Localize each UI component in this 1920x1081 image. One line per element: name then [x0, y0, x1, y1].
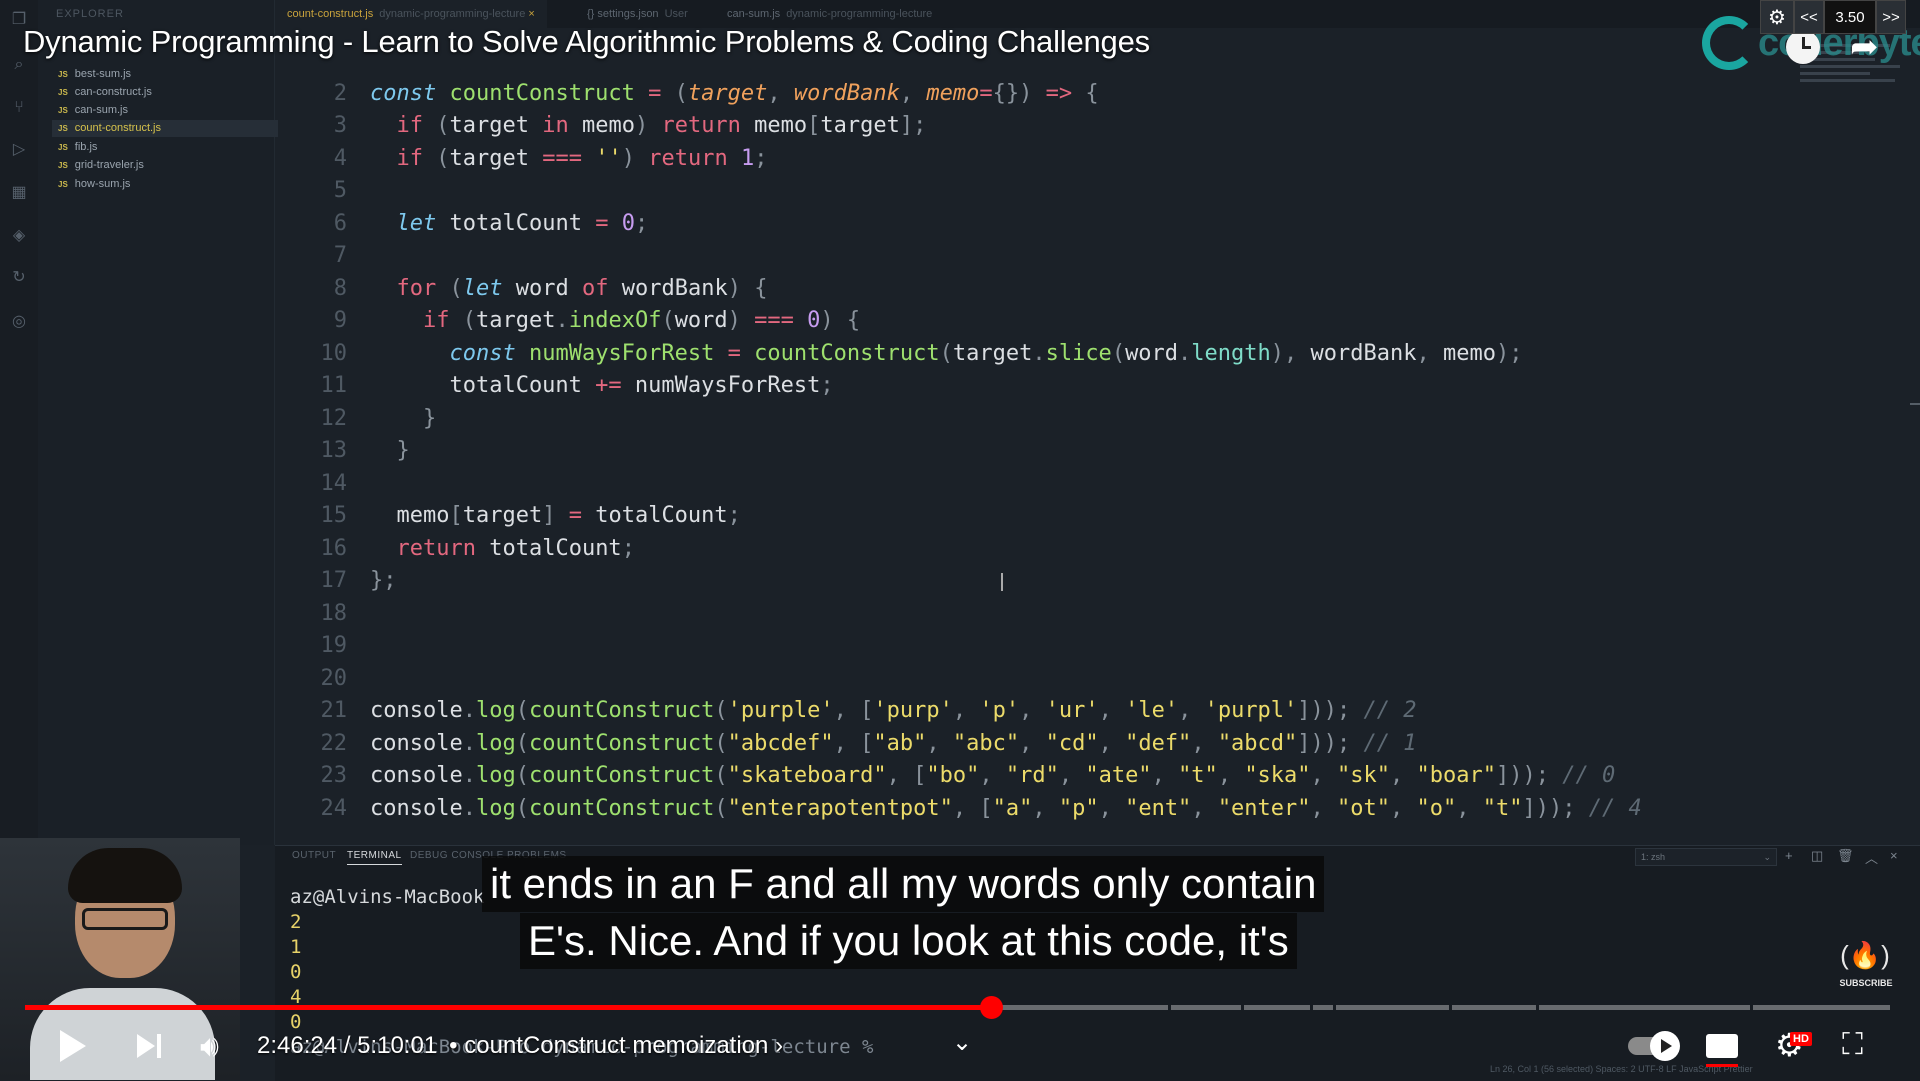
chapter-segment [1313, 1005, 1333, 1010]
file-count-construct[interactable]: JS count-construct.js [52, 120, 278, 137]
code-editor[interactable]: 2 const countConstruct = (target, wordBan… [275, 78, 1695, 844]
js-file-icon: JS [58, 143, 68, 152]
js-file-icon: JS [58, 70, 68, 79]
terminal-output-line: 1 [290, 936, 302, 958]
js-file-icon: JS [58, 106, 68, 115]
trash-icon[interactable]: 🗑 [1837, 848, 1854, 864]
js-file-icon: JS [58, 180, 68, 189]
code-line: 18 [320, 601, 348, 626]
speed-settings-icon[interactable]: ⚙ [1760, 0, 1794, 34]
chapter-segment [1539, 1005, 1750, 1010]
speed-up-button[interactable]: >> [1876, 0, 1906, 34]
explorer-heading: EXPLORER [56, 8, 124, 20]
next-icon-bar [157, 1034, 161, 1058]
caption-line: it ends in an F and all my words only co… [482, 856, 1325, 912]
terminal-prompt: az@Alvins-MacBook [290, 886, 485, 908]
chapter-segment [1753, 1005, 1890, 1010]
code-line: 21 console.log(countConstruct('purple', [… [320, 698, 1417, 723]
exit-fullscreen-icon[interactable]: ⛶ [1842, 1028, 1863, 1062]
terminal-output-line: 2 [290, 911, 302, 933]
split-terminal-icon[interactable]: ◫ [1811, 848, 1823, 864]
caption-line: E's. Nice. And if you look at this code,… [520, 913, 1297, 969]
live-share-icon[interactable]: ↻ [9, 268, 29, 288]
time-display: 2:46:24 / 5:10:01 • countConstruct memoiz… [257, 1032, 784, 1059]
file-how-sum[interactable]: JS how-sum.js [52, 176, 278, 193]
editor-scrollbar[interactable] [1910, 403, 1920, 405]
code-line: 13 } [320, 438, 410, 463]
text-cursor [1001, 573, 1003, 591]
code-line: 23 console.log(countConstruct("skateboard… [320, 763, 1616, 788]
chapter-segment [1336, 1005, 1449, 1010]
chapter-segment [1452, 1005, 1536, 1010]
add-terminal-icon[interactable]: + [1785, 848, 1793, 863]
code-line: 9 if (target.indexOf(word) === 0) { [333, 308, 861, 333]
chevron-down-icon[interactable]: ⌄ [952, 1028, 972, 1057]
file-fib[interactable]: JS fib.js [52, 139, 278, 156]
play-icon[interactable] [60, 1030, 86, 1062]
channel-logo-icon[interactable] [1702, 16, 1756, 70]
code-line: 20 [320, 666, 348, 691]
presenter-glasses [82, 908, 168, 930]
js-file-icon: JS [58, 161, 68, 170]
progress-played [25, 1005, 992, 1010]
chapter-segment [1244, 1005, 1310, 1010]
remote-icon[interactable]: ◎ [9, 312, 29, 332]
docker-icon[interactable]: ◈ [9, 226, 29, 246]
chapter-arrow: › [775, 1032, 784, 1059]
code-line: 11 totalCount += numWaysForRest; [320, 373, 834, 398]
close-panel-icon[interactable]: × [1890, 848, 1898, 863]
file-can-construct[interactable]: JS can-construct.js [52, 84, 278, 101]
file-can-sum[interactable]: JS can-sum.js [52, 102, 278, 119]
volume-icon[interactable]: 🔊︎ [200, 1030, 219, 1064]
chapter-title[interactable]: • countConstruct memoization [449, 1032, 768, 1059]
autoplay-knob-icon [1650, 1031, 1680, 1061]
chapter-segment [1002, 1005, 1168, 1010]
video-title[interactable]: Dynamic Programming - Learn to Solve Alg… [23, 24, 1150, 60]
code-line: 17}; [320, 568, 397, 593]
code-line: 12 } [320, 406, 437, 431]
code-line: 4 if (target === '') return 1; [333, 146, 768, 171]
explorer-sidebar: EXPLORER JS best-sum.js JS can-construct.j… [38, 0, 278, 845]
presenter-body [30, 988, 215, 1080]
chapter-segment [1171, 1005, 1241, 1010]
code-line: 5 [333, 178, 347, 203]
js-file-icon: JS [58, 88, 68, 97]
close-icon[interactable]: × [528, 8, 534, 20]
subtitles-icon[interactable] [1706, 1034, 1738, 1067]
code-line: 16 return totalCount; [320, 536, 635, 561]
watch-later-icon[interactable] [1786, 30, 1820, 64]
code-line: 15 memo[target] = totalCount; [320, 503, 741, 528]
source-control-icon[interactable]: ⑂ [9, 98, 29, 118]
next-icon[interactable] [137, 1034, 155, 1058]
tab-output[interactable]: OUTPUT [292, 850, 336, 861]
maximize-panel-icon[interactable]: ︿ [1865, 848, 1878, 867]
speed-down-button[interactable]: << [1794, 0, 1824, 34]
playback-speed: 3.50 [1824, 0, 1876, 34]
progress-bar[interactable] [25, 996, 1890, 1019]
presenter-hair [68, 848, 182, 903]
subscribe-watermark[interactable]: SUBSCRIBE [1836, 978, 1896, 988]
file-best-sum[interactable]: JS best-sum.js [52, 66, 278, 83]
code-line: 24 console.log(countConstruct("enterapote… [320, 796, 1642, 821]
code-line: 19 [320, 633, 348, 658]
extensions-icon[interactable]: ▦ [9, 183, 29, 203]
code-line: 22 console.log(countConstruct("abcdef", [… [320, 731, 1417, 756]
code-line: 3 if (target in memo) return memo[target… [333, 113, 927, 138]
code-line: 8 for (let word of wordBank) { [333, 276, 768, 301]
terminal-output-line: 0 [290, 961, 302, 983]
terminal-shell-select[interactable]: 1: zsh ⌄ [1635, 848, 1777, 866]
code-line: 14 [320, 471, 348, 496]
run-debug-icon[interactable]: ▷ [9, 140, 29, 160]
code-line: 2 const countConstruct = (target, wordBan… [333, 81, 1099, 106]
code-line: 6 let totalCount = 0; [333, 211, 649, 236]
chevron-down-icon: ⌄ [1763, 852, 1771, 862]
tab-terminal[interactable]: TERMINAL [347, 850, 402, 865]
hd-badge: HD [1790, 1032, 1812, 1046]
freecodecamp-icon: (🔥) [1840, 940, 1890, 970]
scrubber-handle[interactable] [980, 996, 1004, 1019]
file-grid-traveler[interactable]: JS grid-traveler.js [52, 157, 278, 174]
js-file-icon: JS [58, 124, 68, 133]
code-line: 10 const numWaysForRest = countConstruct… [320, 341, 1523, 366]
code-line: 7 [333, 243, 347, 268]
